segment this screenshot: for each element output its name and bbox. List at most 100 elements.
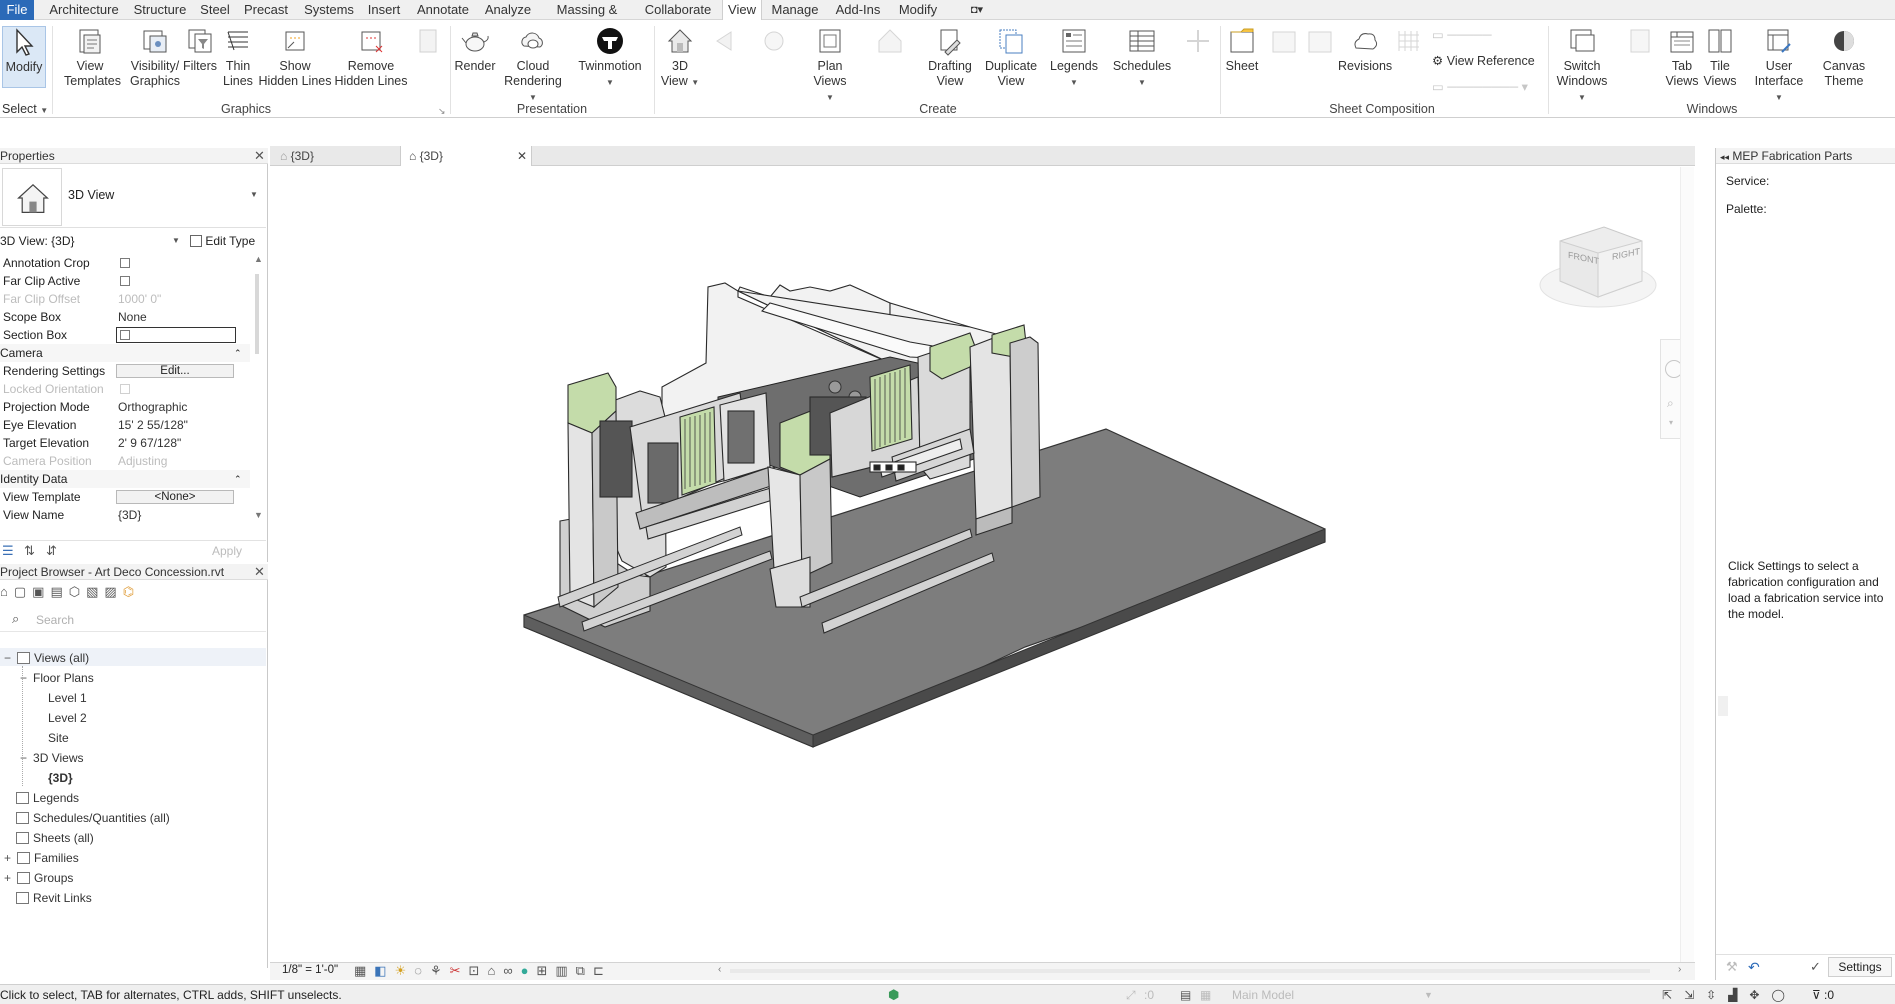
tab-insert[interactable]: Insert xyxy=(366,0,402,20)
background-process-icon[interactable]: ◯ xyxy=(1771,988,1796,1002)
settings-button[interactable]: Settings xyxy=(1828,957,1892,977)
collapse-icon[interactable]: ◂◂ xyxy=(1720,152,1729,162)
sort-desc-icon[interactable]: ⇵ xyxy=(46,543,57,559)
show-hidden-lines-button[interactable]: Show Hidden Lines xyxy=(258,26,332,89)
canvas-theme-button[interactable]: Canvas Theme xyxy=(1816,26,1872,89)
visibility-graphics-button[interactable]: Visibility/Graphics xyxy=(126,26,184,89)
tree-item[interactable]: Schedules/Quantities (all) xyxy=(4,810,170,826)
ribbon-display-toggle[interactable]: ◘▾ xyxy=(962,0,992,20)
sort-asc-icon[interactable]: ⇅ xyxy=(24,543,35,559)
cloud-rendering-button[interactable]: Cloud Rendering ▼ xyxy=(504,26,562,105)
select-links-icon[interactable]: ⇱ xyxy=(1662,988,1684,1002)
tab-file[interactable]: File xyxy=(0,0,34,20)
show-rendering-icon[interactable]: ⚘ xyxy=(430,963,450,978)
close-inactive-button[interactable] xyxy=(1620,26,1660,59)
type-selector[interactable]: 3D View ▼ xyxy=(0,166,266,228)
tree-item[interactable]: + Groups xyxy=(4,870,73,886)
analytical-model-icon[interactable]: ▥ xyxy=(555,963,575,978)
scrollbar-thumb[interactable] xyxy=(255,274,259,354)
canvas-vertical-scrollbar[interactable] xyxy=(1680,167,1694,962)
properties-scrollbar[interactable]: ▲ ▼ xyxy=(252,254,264,524)
temporary-hide-icon[interactable]: ∞ xyxy=(503,963,520,978)
link-icon[interactable]: ▨ xyxy=(104,584,122,599)
zoom-icon[interactable]: ⌕ xyxy=(1667,396,1674,411)
fabrication-tool-icon[interactable]: ⚒ xyxy=(1726,959,1738,975)
worksharing-icon[interactable]: ⊞ xyxy=(536,963,555,978)
identity-data-header[interactable]: Identity Data ⌃ xyxy=(0,470,250,488)
camera-header[interactable]: Camera ⌃ xyxy=(0,344,250,362)
collapse-icon[interactable]: − xyxy=(4,651,11,665)
design-options-icon[interactable]: ▤ xyxy=(1180,985,1191,1004)
drawing-canvas[interactable]: FRONT RIGHT ⌕ ▾ xyxy=(270,167,1695,962)
view-template-button[interactable]: <None> xyxy=(116,490,234,504)
filters-button[interactable]: Filters xyxy=(180,26,220,74)
close-icon[interactable]: ✕ xyxy=(254,148,265,164)
thin-lines-button[interactable]: Thin Lines xyxy=(220,26,256,89)
tab-annotate[interactable]: Annotate xyxy=(412,0,474,20)
callout-button[interactable] xyxy=(754,26,794,59)
close-icon[interactable]: ✕ xyxy=(517,146,527,166)
apply-button[interactable]: Apply xyxy=(212,544,242,558)
edit-type-button[interactable]: Edit Type xyxy=(190,232,255,250)
elevation-button[interactable] xyxy=(868,26,912,59)
tab-analyze[interactable]: Analyze xyxy=(484,0,532,20)
tab-steel[interactable]: Steel xyxy=(198,0,232,20)
schedules-button[interactable]: Schedules ▼ xyxy=(1110,26,1174,90)
tab-architecture[interactable]: Architecture xyxy=(44,0,124,20)
expand-icon[interactable]: + xyxy=(4,871,11,885)
show-crop-region-icon[interactable]: ⊡ xyxy=(469,963,488,978)
tab-view[interactable]: View xyxy=(722,0,762,21)
view-icon[interactable]: ▢ xyxy=(14,584,32,599)
sheet-icon[interactable]: ▣ xyxy=(32,584,50,599)
view-tab[interactable]: ⌂ {3D} xyxy=(274,146,394,166)
matchline-button[interactable]: ▭ ───── xyxy=(1432,28,1492,43)
graphics-dialog-launcher[interactable]: ↘ xyxy=(438,104,446,119)
mep-resize-handle[interactable] xyxy=(1718,696,1728,716)
prop-value[interactable]: Adjusting xyxy=(118,452,167,470)
tab-systems[interactable]: Systems xyxy=(300,0,358,20)
instance-selector[interactable]: 3D View: {3D} ▼ xyxy=(0,232,185,250)
prop-value[interactable]: Orthographic xyxy=(118,398,187,416)
place-view-button[interactable] xyxy=(1300,26,1340,59)
tree-item[interactable]: − Floor Plans xyxy=(20,670,94,686)
guide-grid-button[interactable] xyxy=(1392,26,1426,59)
tab-modify[interactable]: Modify xyxy=(894,0,942,20)
drag-elements-icon[interactable]: ✥ xyxy=(1749,988,1771,1002)
prop-value[interactable]: {3D} xyxy=(118,506,141,524)
tab-massing-site[interactable]: Massing & Site xyxy=(546,0,628,37)
nav-dropdown-icon[interactable]: ▾ xyxy=(1669,418,1673,427)
far-clip-active-checkbox[interactable] xyxy=(120,276,130,286)
workset-icon[interactable]: ⬢ xyxy=(888,985,899,1004)
section-box-cell[interactable] xyxy=(116,327,236,343)
reveal-hidden-icon[interactable]: ● xyxy=(521,963,537,978)
horizontal-scrollbar[interactable] xyxy=(730,969,1650,973)
tree-item[interactable]: Site xyxy=(36,730,69,746)
render-button[interactable]: Render xyxy=(452,26,498,74)
design-options-icon-2[interactable]: ▦ xyxy=(1200,985,1211,1004)
detail-level-icon[interactable]: ▦ xyxy=(354,963,374,978)
plan-views-button[interactable]: Plan Views ▼ xyxy=(808,26,852,105)
tab-manage[interactable]: Manage xyxy=(770,0,820,20)
section-button[interactable] xyxy=(704,26,744,59)
revisions-button[interactable]: Revisions xyxy=(1338,26,1392,74)
expand-icon[interactable]: + xyxy=(4,851,11,865)
chevron-down-icon[interactable]: ▼ xyxy=(1424,985,1433,1004)
sun-path-icon[interactable]: ☀ xyxy=(395,963,415,978)
reveal-constraints-icon[interactable]: ⊏ xyxy=(593,963,612,978)
tab-precast[interactable]: Precast xyxy=(242,0,290,20)
visual-style-icon[interactable]: ◧ xyxy=(374,963,394,978)
user-interface-button[interactable]: User Interface ▼ xyxy=(1750,26,1808,105)
legends-button[interactable]: Legends ▼ xyxy=(1046,26,1102,90)
view-templates-button[interactable]: View Templates xyxy=(64,26,121,89)
tree-item[interactable]: Revit Links xyxy=(4,890,92,906)
search-input[interactable]: Search xyxy=(36,613,74,627)
tree-item[interactable]: Sheets (all) xyxy=(4,830,94,846)
modify-button[interactable]: Modify xyxy=(2,26,46,88)
cut-profile-button[interactable] xyxy=(408,26,448,59)
unlocked-3d-icon[interactable]: ⌂ xyxy=(487,963,503,978)
prop-value[interactable]: 2' 9 67/128" xyxy=(118,434,181,452)
home-icon[interactable]: ⌂ xyxy=(0,584,14,599)
rendering-settings-edit-button[interactable]: Edit... xyxy=(116,364,234,378)
tab-add-ins[interactable]: Add-Ins xyxy=(832,0,884,20)
select-dropdown[interactable]: Select ▼ xyxy=(2,102,48,118)
